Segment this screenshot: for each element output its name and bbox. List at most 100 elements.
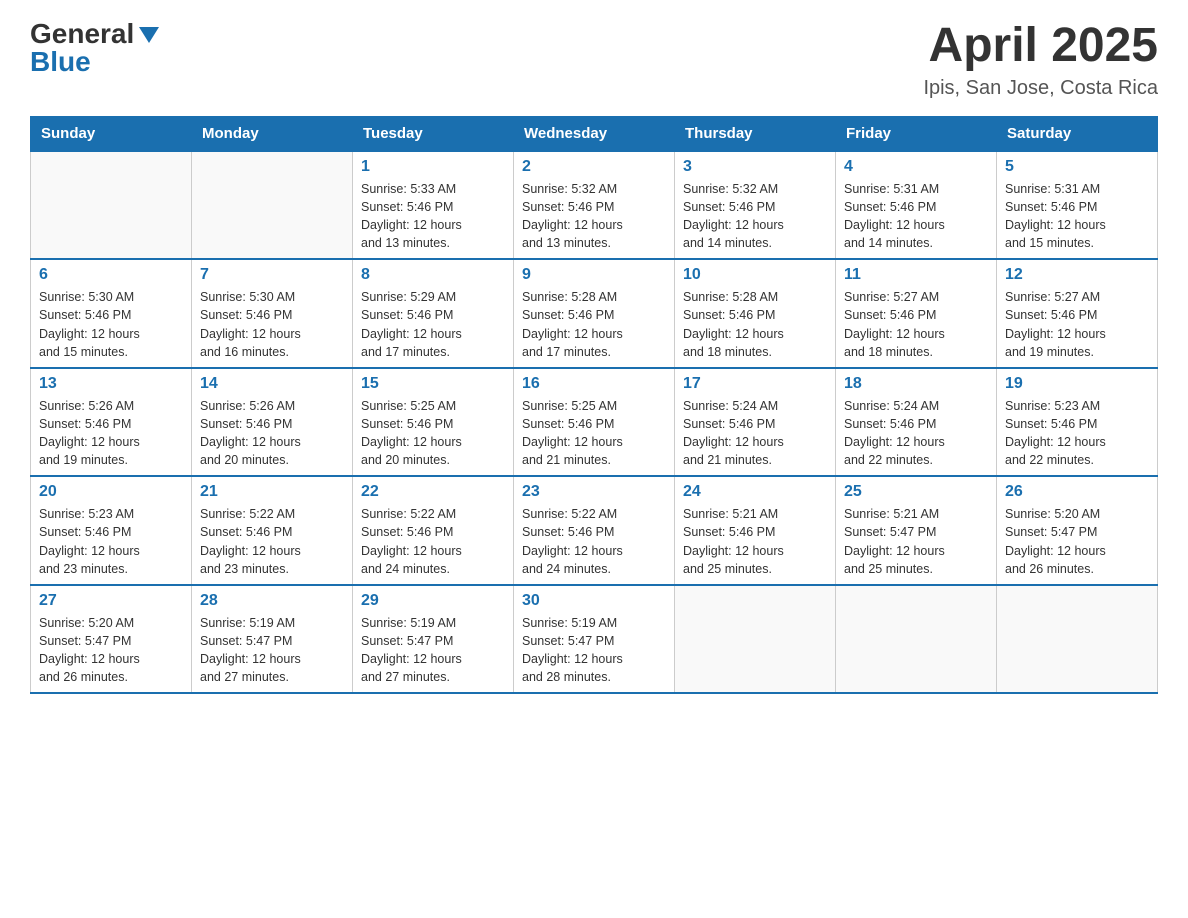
table-row: 11 Sunrise: 5:27 AM Sunset: 5:46 PM Dayli… — [836, 259, 997, 368]
day-number: 20 — [39, 483, 183, 501]
day-info: Sunrise: 5:30 AM Sunset: 5:46 PM Dayligh… — [200, 288, 344, 361]
table-row: 1 Sunrise: 5:33 AM Sunset: 5:46 PM Daylig… — [353, 151, 514, 260]
day-number: 25 — [844, 483, 988, 501]
table-row: 20Sunrise: 5:23 AM Sunset: 5:46 PM Dayli… — [31, 476, 192, 585]
table-row — [836, 585, 997, 694]
day-info: Sunrise: 5:25 AM Sunset: 5:46 PM Dayligh… — [361, 397, 505, 470]
header-monday: Monday — [192, 116, 353, 151]
day-number: 13 — [39, 375, 183, 393]
table-row — [31, 151, 192, 260]
location-subtitle: Ipis, San Jose, Costa Rica — [923, 77, 1158, 100]
day-number: 1 — [361, 158, 505, 176]
table-row: 21 Sunrise: 5:22 AM Sunset: 5:46 PM Dayli… — [192, 476, 353, 585]
day-info: Sunrise: 5:19 AM Sunset: 5:47 PM Dayligh… — [522, 614, 666, 687]
logo-triangle-icon — [139, 27, 159, 43]
table-row: 22 Sunrise: 5:22 AM Sunset: 5:46 PM Dayli… — [353, 476, 514, 585]
day-number: 12 — [1005, 266, 1149, 284]
day-number: 11 — [844, 266, 988, 284]
day-number: 4 — [844, 158, 988, 176]
day-number: 5 — [1005, 158, 1149, 176]
day-info: Sunrise: 5:23 AM Sunset: 5:46 PM Dayligh… — [1005, 397, 1149, 470]
day-number: 16 — [522, 375, 666, 393]
day-number: 24 — [683, 483, 827, 501]
day-info: Sunrise: 5:19 AM Sunset: 5:47 PM Dayligh… — [200, 614, 344, 687]
day-info: Sunrise: 5:19 AM Sunset: 5:47 PM Dayligh… — [361, 614, 505, 687]
table-row: 3 Sunrise: 5:32 AM Sunset: 5:46 PM Daylig… — [675, 151, 836, 260]
day-number: 17 — [683, 375, 827, 393]
calendar-table: Sunday Monday Tuesday Wednesday Thursday… — [30, 116, 1158, 695]
table-row: 7Sunrise: 5:30 AM Sunset: 5:46 PM Daylig… — [192, 259, 353, 368]
day-number: 3 — [683, 158, 827, 176]
calendar-week-row: 1 Sunrise: 5:33 AM Sunset: 5:46 PM Daylig… — [31, 151, 1158, 260]
day-number: 10 — [683, 266, 827, 284]
table-row: 18Sunrise: 5:24 AM Sunset: 5:46 PM Dayli… — [836, 368, 997, 477]
table-row: 17 Sunrise: 5:24 AM Sunset: 5:46 PM Dayli… — [675, 368, 836, 477]
day-info: Sunrise: 5:22 AM Sunset: 5:46 PM Dayligh… — [361, 505, 505, 578]
day-info: Sunrise: 5:21 AM Sunset: 5:46 PM Dayligh… — [683, 505, 827, 578]
day-number: 22 — [361, 483, 505, 501]
table-row: 28 Sunrise: 5:19 AM Sunset: 5:47 PM Dayli… — [192, 585, 353, 694]
day-info: Sunrise: 5:20 AM Sunset: 5:47 PM Dayligh… — [1005, 505, 1149, 578]
day-number: 15 — [361, 375, 505, 393]
day-info: Sunrise: 5:25 AM Sunset: 5:46 PM Dayligh… — [522, 397, 666, 470]
page-header: General Blue April 2025 Ipis, San Jose, … — [30, 20, 1158, 100]
day-number: 29 — [361, 592, 505, 610]
logo: General Blue — [30, 20, 159, 76]
calendar-week-row: 6 Sunrise: 5:30 AM Sunset: 5:46 PM Daylig… — [31, 259, 1158, 368]
day-info: Sunrise: 5:32 AM Sunset: 5:46 PM Dayligh… — [683, 180, 827, 253]
day-number: 2 — [522, 158, 666, 176]
day-info: Sunrise: 5:28 AM Sunset: 5:46 PM Dayligh… — [522, 288, 666, 361]
day-info: Sunrise: 5:33 AM Sunset: 5:46 PM Dayligh… — [361, 180, 505, 253]
header-saturday: Saturday — [997, 116, 1158, 151]
table-row: 8 Sunrise: 5:29 AM Sunset: 5:46 PM Daylig… — [353, 259, 514, 368]
header-thursday: Thursday — [675, 116, 836, 151]
table-row: 26 Sunrise: 5:20 AM Sunset: 5:47 PM Dayli… — [997, 476, 1158, 585]
day-info: Sunrise: 5:27 AM Sunset: 5:46 PM Dayligh… — [844, 288, 988, 361]
day-info: Sunrise: 5:22 AM Sunset: 5:46 PM Dayligh… — [200, 505, 344, 578]
table-row: 24 Sunrise: 5:21 AM Sunset: 5:46 PM Dayli… — [675, 476, 836, 585]
table-row: 5 Sunrise: 5:31 AM Sunset: 5:46 PM Daylig… — [997, 151, 1158, 260]
day-number: 26 — [1005, 483, 1149, 501]
day-number: 19 — [1005, 375, 1149, 393]
calendar-week-row: 13 Sunrise: 5:26 AM Sunset: 5:46 PM Dayli… — [31, 368, 1158, 477]
day-info: Sunrise: 5:26 AM Sunset: 5:46 PM Dayligh… — [200, 397, 344, 470]
table-row — [192, 151, 353, 260]
month-year-title: April 2025 — [923, 20, 1158, 73]
day-info: Sunrise: 5:29 AM Sunset: 5:46 PM Dayligh… — [361, 288, 505, 361]
day-info: Sunrise: 5:24 AM Sunset: 5:46 PM Dayligh… — [683, 397, 827, 470]
table-row: 14 Sunrise: 5:26 AM Sunset: 5:46 PM Dayli… — [192, 368, 353, 477]
logo-general-text: General — [30, 20, 134, 48]
header-wednesday: Wednesday — [514, 116, 675, 151]
day-info: Sunrise: 5:31 AM Sunset: 5:46 PM Dayligh… — [1005, 180, 1149, 253]
table-row — [675, 585, 836, 694]
table-row: 10 Sunrise: 5:28 AM Sunset: 5:46 PM Dayli… — [675, 259, 836, 368]
table-row — [997, 585, 1158, 694]
day-info: Sunrise: 5:22 AM Sunset: 5:46 PM Dayligh… — [522, 505, 666, 578]
day-number: 14 — [200, 375, 344, 393]
table-row: 19 Sunrise: 5:23 AM Sunset: 5:46 PM Dayli… — [997, 368, 1158, 477]
day-number: 9 — [522, 266, 666, 284]
table-row: 4Sunrise: 5:31 AM Sunset: 5:46 PM Daylig… — [836, 151, 997, 260]
day-number: 23 — [522, 483, 666, 501]
day-number: 28 — [200, 592, 344, 610]
table-row: 30 Sunrise: 5:19 AM Sunset: 5:47 PM Dayli… — [514, 585, 675, 694]
day-number: 8 — [361, 266, 505, 284]
day-info: Sunrise: 5:24 AM Sunset: 5:46 PM Dayligh… — [844, 397, 988, 470]
logo-blue-text: Blue — [30, 48, 91, 76]
table-row: 9 Sunrise: 5:28 AM Sunset: 5:46 PM Daylig… — [514, 259, 675, 368]
day-info: Sunrise: 5:21 AM Sunset: 5:47 PM Dayligh… — [844, 505, 988, 578]
day-number: 6 — [39, 266, 183, 284]
title-block: April 2025 Ipis, San Jose, Costa Rica — [923, 20, 1158, 100]
day-info: Sunrise: 5:28 AM Sunset: 5:46 PM Dayligh… — [683, 288, 827, 361]
day-number: 30 — [522, 592, 666, 610]
day-info: Sunrise: 5:32 AM Sunset: 5:46 PM Dayligh… — [522, 180, 666, 253]
header-sunday: Sunday — [31, 116, 192, 151]
calendar-week-row: 27Sunrise: 5:20 AM Sunset: 5:47 PM Dayli… — [31, 585, 1158, 694]
table-row: 27Sunrise: 5:20 AM Sunset: 5:47 PM Dayli… — [31, 585, 192, 694]
table-row: 2 Sunrise: 5:32 AM Sunset: 5:46 PM Daylig… — [514, 151, 675, 260]
table-row: 25 Sunrise: 5:21 AM Sunset: 5:47 PM Dayli… — [836, 476, 997, 585]
table-row: 23 Sunrise: 5:22 AM Sunset: 5:46 PM Dayli… — [514, 476, 675, 585]
day-number: 21 — [200, 483, 344, 501]
table-row: 15 Sunrise: 5:25 AM Sunset: 5:46 PM Dayli… — [353, 368, 514, 477]
table-row: 12Sunrise: 5:27 AM Sunset: 5:46 PM Dayli… — [997, 259, 1158, 368]
